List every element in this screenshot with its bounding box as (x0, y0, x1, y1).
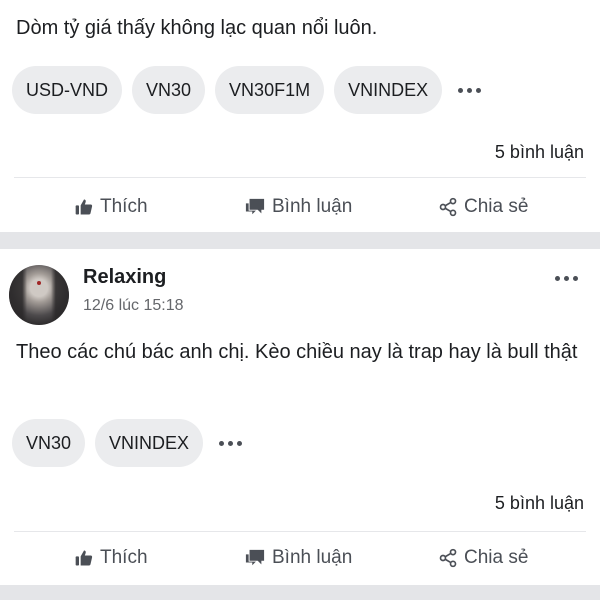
comment-count[interactable]: 5 bình luận (495, 142, 584, 163)
comment-count[interactable]: 5 bình luận (495, 493, 584, 514)
like-button[interactable]: Thích (74, 533, 148, 583)
share-label: Chia sẻ (464, 547, 529, 568)
comment-icon (245, 549, 265, 566)
share-icon (439, 548, 457, 568)
divider (14, 531, 586, 532)
action-bar: Thích Bình luận Chia sẻ (0, 182, 600, 232)
like-label: Thích (100, 547, 148, 568)
divider (14, 177, 586, 178)
thumbs-up-icon (75, 199, 93, 215)
tag-vn30[interactable]: VN30 (132, 66, 206, 114)
share-icon (439, 197, 457, 217)
tag-vn30f1m[interactable]: VN30F1M (215, 66, 325, 114)
comment-label: Bình luận (272, 547, 353, 568)
post-timestamp: 12/6 lúc 15:18 (83, 297, 184, 314)
tag-vnindex[interactable]: VNINDEX (334, 66, 443, 114)
share-button[interactable]: Chia sẻ (438, 533, 528, 583)
like-button[interactable]: Thích (74, 182, 148, 232)
post-card-2: Relaxing 12/6 lúc 15:18 Theo các chú bác… (0, 249, 600, 585)
more-tags-icon[interactable] (452, 66, 487, 114)
share-label: Chia sẻ (464, 196, 529, 217)
share-button[interactable]: Chia sẻ (438, 182, 528, 232)
post-separator (0, 232, 600, 249)
action-bar: Thích Bình luận Chia sẻ (0, 533, 600, 583)
more-tags-icon[interactable] (213, 419, 248, 467)
comment-icon (245, 198, 265, 215)
post-card-1: Dòm tỷ giá thấy không lạc quan nổi luôn.… (0, 0, 600, 232)
comment-label: Bình luận (272, 196, 353, 217)
tag-usd-vnd[interactable]: USD-VND (12, 66, 123, 114)
like-label: Thích (100, 196, 148, 217)
comment-button[interactable]: Bình luận (244, 533, 352, 583)
tag-list: USD-VND VN30 VN30F1M VNINDEX (12, 66, 487, 114)
post-menu-icon[interactable] (553, 273, 580, 283)
comment-button[interactable]: Bình luận (244, 182, 352, 232)
tag-vnindex[interactable]: VNINDEX (95, 419, 204, 467)
thumbs-up-icon (75, 550, 93, 566)
tag-vn30[interactable]: VN30 (12, 419, 86, 467)
avatar[interactable] (9, 265, 69, 325)
tag-list: VN30 VNINDEX (12, 419, 248, 467)
post-separator (0, 585, 600, 600)
post-text: Dòm tỷ giá thấy không lạc quan nổi luôn. (16, 17, 378, 39)
author-name[interactable]: Relaxing (83, 266, 166, 289)
post-text: Theo các chú bác anh chị. Kèo chiều nay … (16, 341, 578, 363)
